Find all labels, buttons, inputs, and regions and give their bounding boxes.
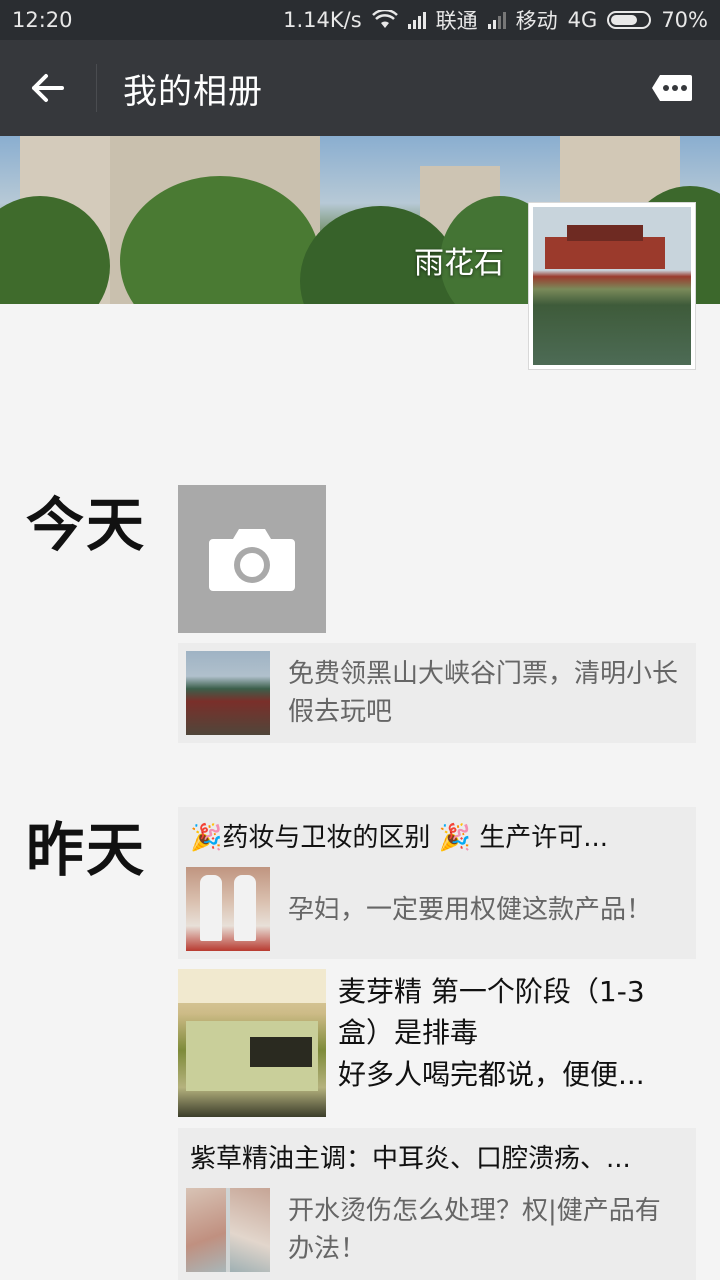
day-label-today: 今天	[26, 491, 147, 559]
link-thumbnail	[186, 651, 270, 735]
carrier-2: 移动	[515, 9, 558, 33]
add-photo-button[interactable]	[178, 485, 326, 633]
article-title-2: 紫草精油主调：中耳炎、口腔溃疡、...	[190, 1144, 631, 1174]
signal-icon-2	[487, 11, 506, 29]
article-thumbnail	[186, 867, 270, 951]
profile-username: 雨花石	[414, 246, 504, 281]
article-thumbnail-2	[186, 1188, 270, 1272]
post-text-line-3: 好多人喝完都说，便便...	[338, 1058, 645, 1091]
network-speed: 1.14K/s	[283, 8, 362, 32]
status-bar: 12:20 1.14K/s 联通 移动 4G 70%	[0, 0, 720, 40]
shared-article-card[interactable]: 🎉药妆与卫妆的区别 🎉 生产许可... 孕妇，一定要用权健这款产品！	[178, 807, 696, 959]
post-text-line-2: 盒）是排毒	[338, 1016, 479, 1049]
arrow-left-icon	[32, 74, 64, 102]
shared-article-card-2[interactable]: 紫草精油主调：中耳炎、口腔溃疡、... 开水烫伤怎么处理？权|健产品有办法！	[178, 1128, 696, 1280]
post-text-line-1: 麦芽精 第一个阶段（1-3	[338, 975, 645, 1008]
wifi-icon	[371, 10, 398, 28]
title-bar: 我的相册	[0, 40, 720, 136]
post-photo[interactable]	[178, 969, 326, 1117]
page-title: 我的相册	[123, 71, 263, 112]
day-label-yesterday: 昨天	[26, 816, 147, 884]
battery-icon	[607, 11, 652, 29]
message-button[interactable]	[624, 40, 720, 136]
article-summary-2: 开水烫伤怎么处理？权|健产品有办法！	[288, 1196, 661, 1264]
avatar[interactable]	[528, 202, 696, 370]
network-type: 4G	[567, 8, 598, 32]
camera-icon	[209, 529, 295, 591]
article-summary: 孕妇，一定要用权健这款产品！	[288, 895, 653, 925]
battery-percent: 70%	[661, 8, 708, 32]
back-button[interactable]	[0, 40, 96, 136]
signal-icon	[407, 11, 426, 29]
title-divider	[96, 64, 97, 112]
link-text: 免费领黑山大峡谷门票，清明小长假去玩吧	[288, 659, 679, 727]
shared-link-card[interactable]: 免费领黑山大峡谷门票，清明小长假去玩吧	[178, 643, 696, 743]
more-icon	[652, 75, 692, 101]
carrier-1: 联通	[435, 9, 478, 33]
status-time: 12:20	[12, 8, 73, 32]
article-title: 🎉药妆与卫妆的区别 🎉 生产许可...	[190, 823, 609, 853]
